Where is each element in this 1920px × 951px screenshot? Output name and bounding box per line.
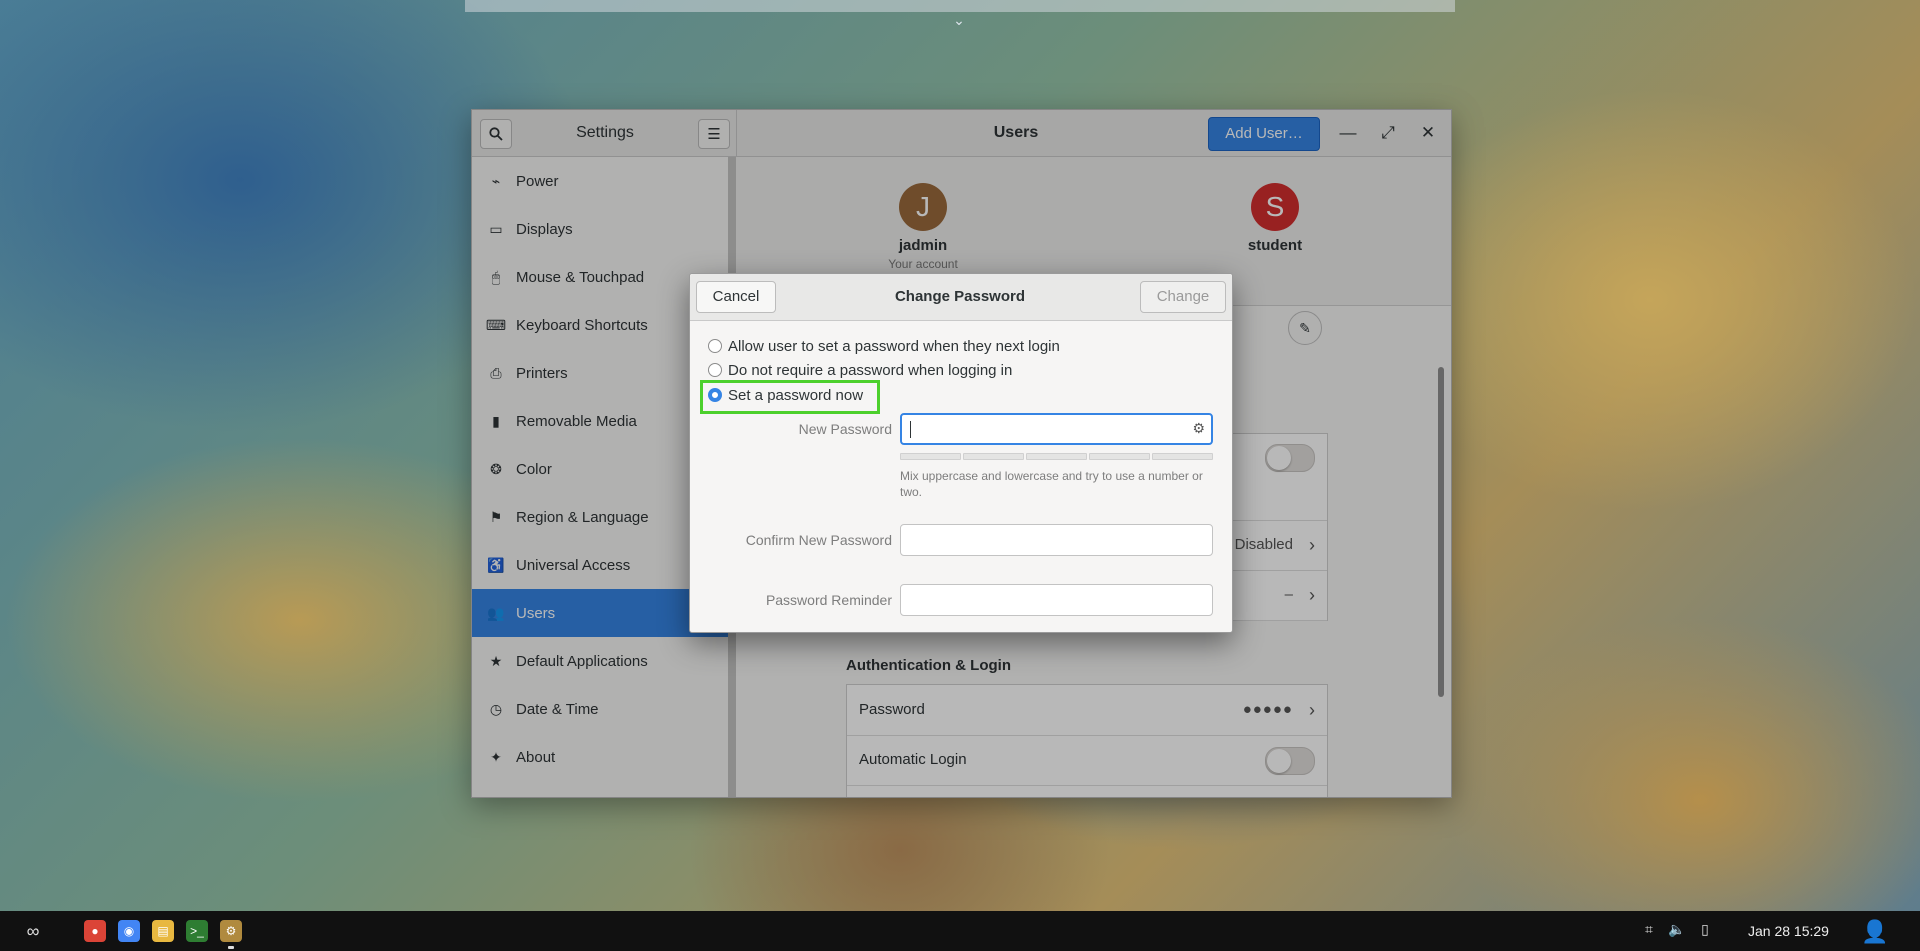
confirm-password-field[interactable] bbox=[900, 524, 1213, 556]
radio-button[interactable] bbox=[708, 388, 722, 402]
radio-label: Do not require a password when logging i… bbox=[728, 361, 1013, 379]
app-menu-icon[interactable]: ∞ bbox=[18, 919, 48, 943]
password-hint: Mix uppercase and lowercase and try to u… bbox=[900, 469, 1203, 499]
active-app-indicator bbox=[228, 946, 234, 949]
password-reminder-label: Password Reminder bbox=[765, 592, 892, 608]
new-password-label: New Password bbox=[798, 421, 892, 437]
radio-option-set-now[interactable]: Set a password now bbox=[708, 384, 863, 406]
terminal-icon[interactable]: >_ bbox=[186, 920, 208, 942]
radio-label: Allow user to set a password when they n… bbox=[728, 337, 1060, 355]
clock[interactable]: Jan 28 15:29 bbox=[1748, 911, 1829, 951]
chrome-icon[interactable]: ● bbox=[84, 920, 106, 942]
files-icon[interactable]: ▤ bbox=[152, 920, 174, 942]
dialog-header: Cancel Change Password Change bbox=[690, 274, 1232, 321]
confirm-password-label: Confirm New Password bbox=[745, 532, 892, 548]
text-caret bbox=[910, 421, 911, 438]
change-button[interactable]: Change bbox=[1140, 281, 1226, 313]
new-password-field[interactable]: ⚙ bbox=[900, 413, 1213, 445]
dialog-title: Change Password bbox=[894, 288, 1026, 305]
password-reminder-field[interactable] bbox=[900, 584, 1213, 616]
radio-button[interactable] bbox=[708, 363, 722, 377]
network-icon[interactable]: ⌗ bbox=[1640, 921, 1658, 938]
generate-password-icon[interactable]: ⚙ bbox=[1192, 420, 1205, 437]
radio-option-next-login[interactable]: Allow user to set a password when they n… bbox=[708, 335, 1060, 357]
volume-icon[interactable]: 🔈 bbox=[1668, 921, 1686, 938]
change-password-dialog: Cancel Change Password Change Allow user… bbox=[689, 273, 1233, 633]
battery-icon[interactable]: ▯ bbox=[1696, 921, 1714, 938]
user-menu-icon[interactable]: 👤 bbox=[1860, 917, 1890, 947]
settings-app-icon[interactable]: ⚙ bbox=[220, 920, 242, 942]
password-strength-bar bbox=[900, 453, 1213, 460]
radio-button[interactable] bbox=[708, 339, 722, 353]
browser-icon[interactable]: ◉ bbox=[118, 920, 140, 942]
radio-label: Set a password now bbox=[728, 386, 864, 404]
chevron-down-icon[interactable]: ⌄ bbox=[944, 12, 974, 34]
taskbar: ∞ ● ◉ ▤ >_ ⚙ ⌗ 🔈 ▯ Jan 28 15:29 👤 bbox=[0, 911, 1920, 951]
radio-option-no-password[interactable]: Do not require a password when logging i… bbox=[708, 359, 1012, 381]
top-panel-edge bbox=[465, 0, 1455, 12]
cancel-button[interactable]: Cancel bbox=[696, 281, 776, 313]
